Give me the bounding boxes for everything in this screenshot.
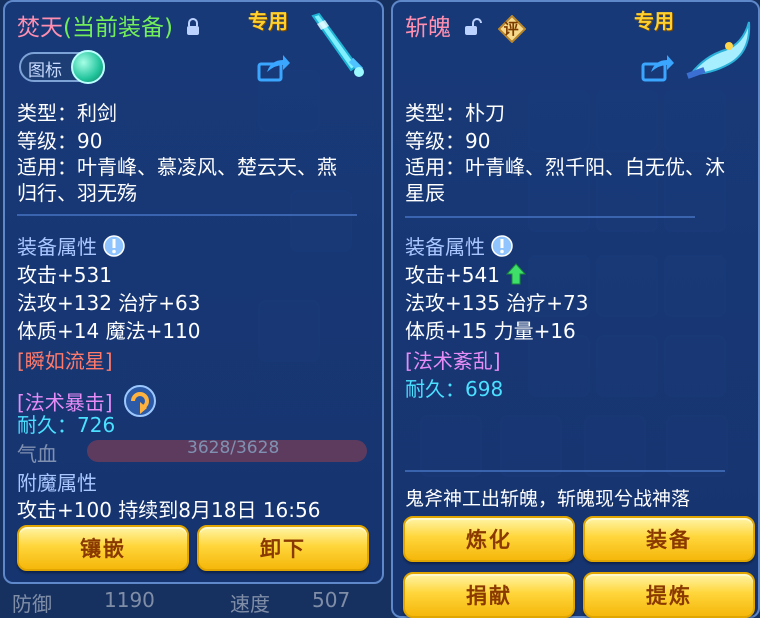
skill-1: [瞬如流星] xyxy=(17,349,113,373)
body-mp-stat: 体质+14 魔法+110 xyxy=(17,319,201,343)
blade-item-icon xyxy=(685,16,755,86)
exclusive-tag: 专用 xyxy=(248,9,288,33)
skill-1: [法术紊乱] xyxy=(405,349,501,373)
equipped-tag: (当前装备) xyxy=(63,15,173,41)
sword-item-icon xyxy=(305,10,367,84)
item-name: 斩魄 xyxy=(405,15,451,41)
divider xyxy=(405,216,695,218)
enchant-stat: 攻击+100 持续到8月18日 16:56 xyxy=(17,498,321,522)
divider xyxy=(17,214,357,216)
extract-button[interactable]: 提炼 xyxy=(583,572,755,618)
refresh-icon[interactable] xyxy=(123,384,157,424)
toggle-label: 图标 xyxy=(28,61,62,81)
item-level: 等级：90 xyxy=(17,129,103,153)
unlock-icon[interactable] xyxy=(464,16,483,42)
exclusive-tag: 专用 xyxy=(634,9,674,33)
magic-heal-stat: 法攻+132 治疗+63 xyxy=(17,291,201,315)
share-icon[interactable] xyxy=(641,54,675,86)
share-icon[interactable] xyxy=(257,54,291,86)
equipped-item-panel: 焚天(当前装备) 专用 图标 类型：利剑 等级：90 适用：叶青峰、慕凌风、楚云… xyxy=(3,0,384,584)
durability: 耐久：726 xyxy=(17,413,116,437)
enchant-title: 附魔属性 xyxy=(17,471,97,495)
remove-button[interactable]: 卸下 xyxy=(197,525,369,571)
magic-heal-stat: 法攻+135 治疗+73 xyxy=(405,291,589,315)
body-power-stat: 体质+15 力量+16 xyxy=(405,319,576,343)
bg-hp-row: 气血 3628/3628 xyxy=(17,438,367,467)
item-applicable-line2: 星辰 xyxy=(405,181,445,205)
attack-stat: 攻击+531 xyxy=(17,263,112,287)
item-description: 鬼斧神工出斩魄，斩魄现兮战神落 xyxy=(405,488,691,510)
lock-icon[interactable] xyxy=(186,16,200,42)
compare-item-panel: 斩魄 评 专用 类型：朴刀 等级：90 适用：叶青峰、烈千阳、白无优、沐 星辰 … xyxy=(391,0,760,618)
durability: 耐久：698 xyxy=(405,377,504,401)
attack-stat: 攻击+541 xyxy=(405,262,527,291)
item-name: 焚天 xyxy=(17,15,63,41)
rating-icon[interactable]: 评 xyxy=(497,14,526,43)
toggle-knob xyxy=(71,50,105,84)
attributes-title: 装备属性 xyxy=(17,234,126,263)
item-type: 类型：朴刀 xyxy=(405,101,505,125)
item-applicable-line2: 归行、羽无殇 xyxy=(17,181,137,205)
item-applicable-line1: 适用：叶青峰、烈千阳、白无优、沐 xyxy=(405,155,725,179)
equip-button[interactable]: 装备 xyxy=(583,516,755,562)
item-level: 等级：90 xyxy=(405,129,491,153)
inlay-button[interactable]: 镶嵌 xyxy=(17,525,189,571)
refine-button[interactable]: 炼化 xyxy=(403,516,575,562)
bg-defense-speed-row: 防御 1190 速度 507 xyxy=(12,588,351,616)
item-applicable-line1: 适用：叶青峰、慕凌风、楚云天、燕 xyxy=(17,155,337,179)
info-icon[interactable] xyxy=(491,234,514,263)
info-icon[interactable] xyxy=(103,234,126,263)
icon-toggle[interactable]: 图标 xyxy=(19,50,105,84)
item-type: 类型：利剑 xyxy=(17,101,117,125)
item-name-header: 斩魄 评 xyxy=(405,8,526,43)
donate-button[interactable]: 捐献 xyxy=(403,572,575,618)
item-name-header: 焚天(当前装备) xyxy=(17,8,200,42)
divider xyxy=(405,470,725,472)
arrow-up-icon xyxy=(506,262,527,291)
attributes-title: 装备属性 xyxy=(405,234,514,263)
